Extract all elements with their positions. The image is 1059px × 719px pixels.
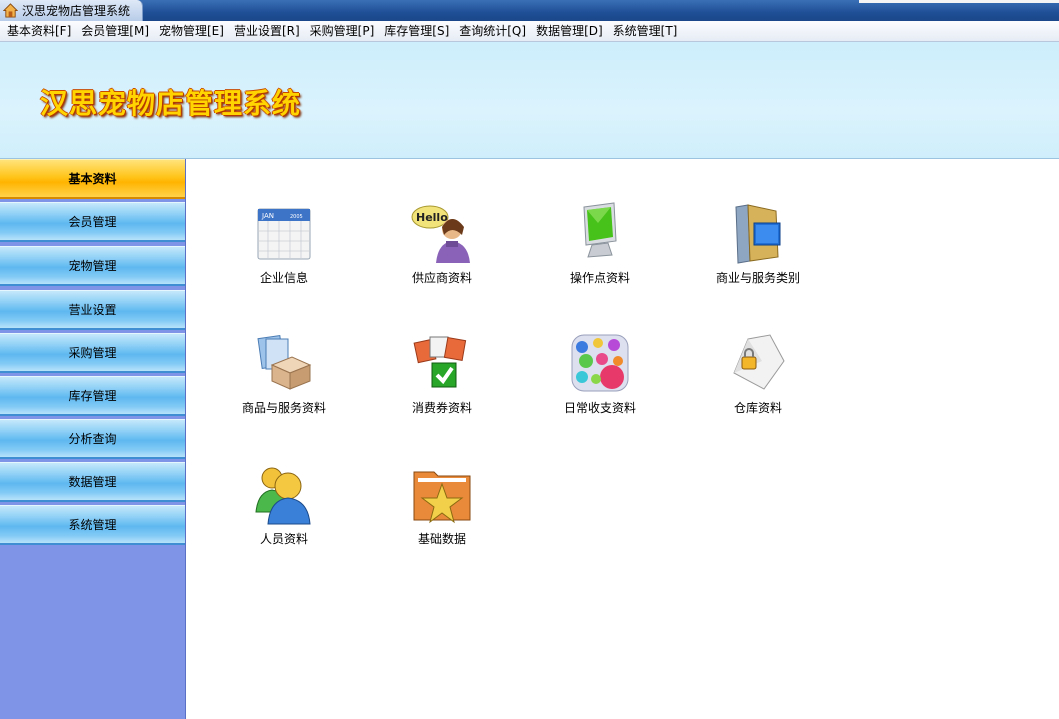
main-content: JAN 2005 企业信息 Hello 供应商资料 操作点资料 商业与服务类别 … [187, 159, 1059, 719]
hello-person-icon: Hello [411, 205, 470, 263]
window-title-tab: 汉思宠物店管理系统 [0, 0, 143, 21]
tile-label: 消费券资料 [411, 401, 472, 415]
sidebar-item-purchase[interactable]: 采购管理 [0, 333, 185, 373]
house-app-icon [3, 3, 18, 18]
menu-data-management[interactable]: 数据管理[D] [531, 21, 608, 41]
sidebar-item-member[interactable]: 会员管理 [0, 202, 185, 242]
tile-label: 商品与服务资料 [241, 401, 326, 415]
calendar-icon: JAN 2005 [257, 208, 311, 260]
menu-basic-data[interactable]: 基本资料[F] [2, 21, 76, 41]
folder-star-icon [413, 471, 471, 524]
monitor-icon [583, 202, 617, 258]
tile-supplier[interactable]: Hello 供应商资料 [367, 201, 517, 301]
sidebar-item-analysis[interactable]: 分析查询 [0, 419, 185, 459]
tile-daily-income-expense[interactable]: 日常收支资料 [525, 331, 675, 431]
menu-purchase[interactable]: 采购管理[P] [305, 21, 380, 41]
menu-bar: 基本资料[F] 会员管理[M] 宠物管理[E] 营业设置[R] 采购管理[P] … [0, 21, 1059, 42]
menu-query-stats[interactable]: 查询统计[Q] [454, 21, 531, 41]
window-title: 汉思宠物店管理系统 [22, 4, 131, 18]
bag-lock-icon [733, 334, 785, 390]
menu-business-settings[interactable]: 营业设置[R] [229, 21, 305, 41]
tile-company-info[interactable]: JAN 2005 企业信息 [209, 201, 359, 301]
tile-base-data[interactable]: 基础数据 [367, 462, 517, 562]
sidebar-item-pet[interactable]: 宠物管理 [0, 246, 185, 286]
svg-text:2005: 2005 [290, 214, 303, 220]
tile-label: 商业与服务类别 [715, 271, 800, 285]
tile-label: 日常收支资料 [563, 401, 636, 415]
tile-label: 供应商资料 [411, 271, 472, 285]
sidebar-item-business-settings[interactable]: 营业设置 [0, 290, 185, 330]
sidebar-item-basic-data[interactable]: 基本资料 [0, 159, 185, 199]
tile-label: 仓库资料 [733, 401, 782, 415]
tile-goods-services[interactable]: 商品与服务资料 [209, 331, 359, 431]
tile-label: 基础数据 [417, 532, 466, 546]
people-icon [255, 467, 311, 525]
header-banner: 汉思宠物店管理系统 [0, 42, 1059, 159]
title-bar: 汉思宠物店管理系统 [0, 0, 1059, 21]
banner-title: 汉思宠物店管理系统 [40, 87, 302, 120]
tile-warehouse[interactable]: 仓库资料 [683, 331, 833, 431]
tile-label: 企业信息 [259, 271, 308, 285]
box-documents-icon [257, 335, 312, 390]
sidebar: 基本资料 会员管理 宠物管理 营业设置 采购管理 库存管理 分析查询 数据管理 … [0, 159, 186, 719]
tile-label: 操作点资料 [569, 271, 630, 285]
tile-business-category[interactable]: 商业与服务类别 [683, 201, 833, 301]
tile-coupon[interactable]: 消费券资料 [367, 331, 517, 431]
menu-pet[interactable]: 宠物管理[E] [154, 21, 229, 41]
title-right-field [859, 0, 1059, 3]
sidebar-item-data-management[interactable]: 数据管理 [0, 462, 185, 502]
svg-text:Hello: Hello [416, 211, 448, 224]
sidebar-item-system[interactable]: 系统管理 [0, 505, 185, 545]
tile-operation-point[interactable]: 操作点资料 [525, 201, 675, 301]
tile-personnel[interactable]: 人员资料 [209, 462, 359, 562]
folder-blue-icon [735, 204, 781, 264]
tile-label: 人员资料 [259, 532, 308, 546]
bubbles-icon [571, 334, 629, 392]
menu-inventory[interactable]: 库存管理[S] [379, 21, 454, 41]
svg-text:JAN: JAN [261, 212, 274, 220]
menu-member[interactable]: 会员管理[M] [76, 21, 154, 41]
menu-system[interactable]: 系统管理[T] [608, 21, 683, 41]
sidebar-item-inventory[interactable]: 库存管理 [0, 376, 185, 416]
coupon-check-icon [413, 336, 467, 388]
